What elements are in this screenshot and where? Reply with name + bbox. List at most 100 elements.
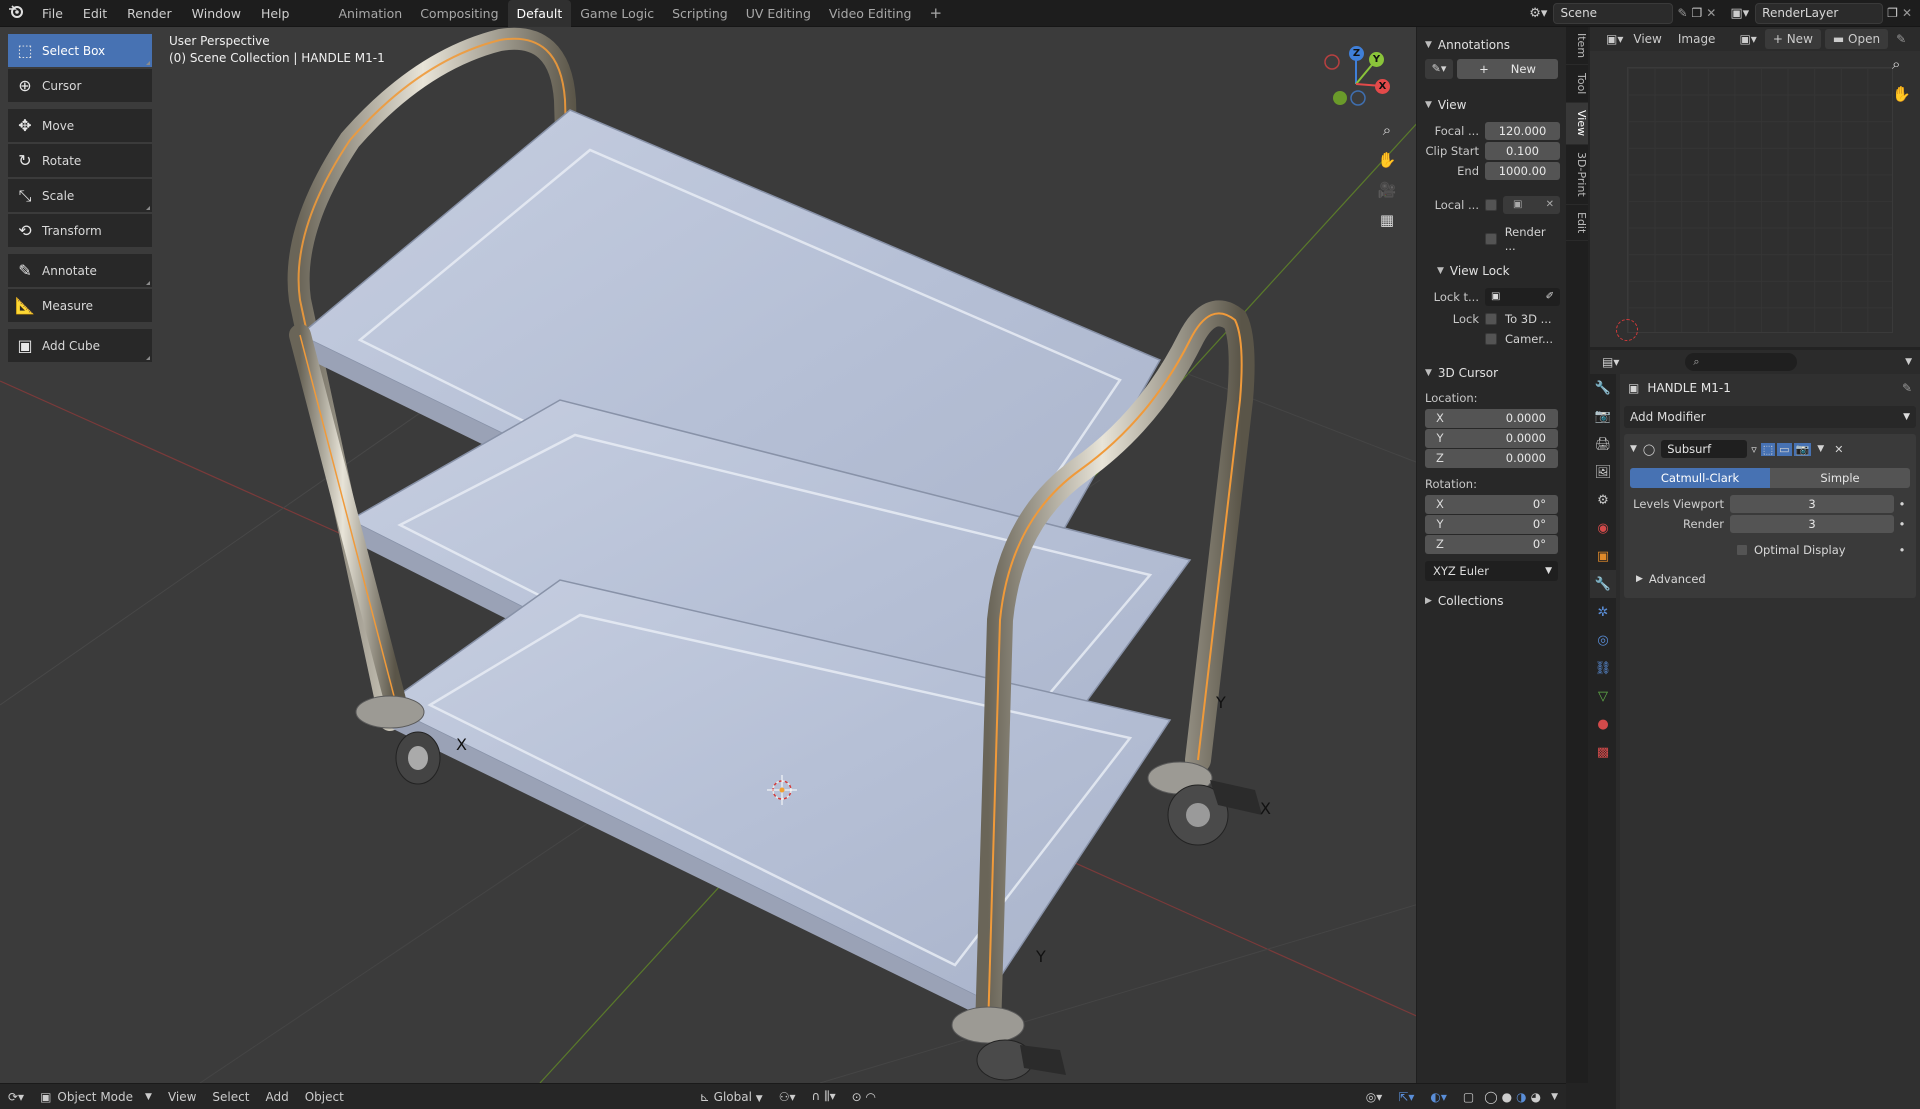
- scene-props-icon[interactable]: ⚙: [1590, 486, 1616, 514]
- edit-mode-icon[interactable]: ▿: [1751, 443, 1757, 456]
- image-browse-icon[interactable]: ▣▾: [1739, 32, 1756, 46]
- collections-header[interactable]: ▶ Collections: [1417, 589, 1566, 613]
- tool-move[interactable]: ✥ Move: [8, 109, 152, 142]
- object-props-icon[interactable]: ▣: [1590, 542, 1616, 570]
- render-levels-field[interactable]: 3: [1730, 515, 1894, 533]
- tab-tool[interactable]: Tool: [1566, 65, 1588, 103]
- cursor-rotation-z[interactable]: Z 0°: [1425, 535, 1558, 554]
- clip-start-field[interactable]: 0.100: [1485, 142, 1560, 160]
- cursor-rotation-x[interactable]: X 0°: [1425, 495, 1558, 514]
- tab-compositing[interactable]: Compositing: [411, 0, 507, 27]
- gizmo-x-axis[interactable]: X: [1375, 79, 1390, 94]
- modifier-props-icon[interactable]: 🔧: [1590, 570, 1616, 598]
- tab-default[interactable]: Default: [507, 0, 572, 27]
- scene-pin-icon[interactable]: ✎: [1677, 6, 1687, 20]
- menu-file[interactable]: File: [32, 0, 73, 27]
- render-layer-icon[interactable]: ▣▾: [1730, 6, 1749, 21]
- viewport-display-icon[interactable]: ▭: [1777, 442, 1792, 456]
- blender-logo-icon[interactable]: [0, 0, 32, 27]
- transform-orientation-dropdown[interactable]: ⊾ Global ▼: [692, 1090, 771, 1104]
- levels-viewport-field[interactable]: 3: [1730, 495, 1894, 513]
- tab-uv-editing[interactable]: UV Editing: [737, 0, 820, 27]
- data-props-icon[interactable]: ▽: [1590, 682, 1616, 710]
- lock-camera-checkbox[interactable]: [1485, 333, 1497, 345]
- tab-3d-print[interactable]: 3D-Print: [1566, 145, 1588, 205]
- lock-to-3d-cursor-checkbox[interactable]: [1485, 313, 1497, 325]
- mode-dropdown[interactable]: ▣ Object Mode ▼: [32, 1090, 160, 1104]
- snap-icon[interactable]: ∩ ⫼▾: [803, 1089, 843, 1104]
- tool-transform[interactable]: ⟲ Transform: [8, 214, 152, 247]
- render-layer-copy-icon[interactable]: ❐: [1887, 6, 1898, 20]
- editor-type-icon[interactable]: ▣▾: [1606, 32, 1623, 46]
- particles-props-icon[interactable]: ✲: [1590, 598, 1616, 626]
- close-icon[interactable]: ✕: [1834, 443, 1843, 456]
- search-input[interactable]: ⌕: [1685, 353, 1798, 371]
- view-header[interactable]: ▼ View: [1417, 93, 1566, 117]
- scene-close-icon[interactable]: ✕: [1706, 6, 1716, 20]
- menu-object[interactable]: Object: [297, 1090, 352, 1104]
- pan-view-icon[interactable]: ✋: [1376, 151, 1398, 173]
- render-region-checkbox[interactable]: [1484, 233, 1497, 245]
- 3d-cursor-header[interactable]: ▼ 3D Cursor: [1417, 361, 1566, 385]
- image-canvas[interactable]: [1627, 67, 1893, 333]
- menu-edit[interactable]: Edit: [73, 0, 117, 27]
- chevron-down-icon[interactable]: ▼: [1817, 444, 1824, 454]
- catmull-clark-button[interactable]: Catmull-Clark: [1630, 468, 1770, 488]
- tab-edit[interactable]: Edit: [1566, 205, 1588, 241]
- zoom-icon[interactable]: ⌕: [1892, 55, 1900, 73]
- physics-props-icon[interactable]: ◎: [1590, 626, 1616, 654]
- on-cage-icon[interactable]: ⬚: [1760, 442, 1776, 456]
- eyedropper-icon[interactable]: ✐: [1546, 288, 1554, 306]
- clear-icon[interactable]: ✕: [1546, 196, 1554, 214]
- pivot-point-icon[interactable]: ⚇▾: [771, 1090, 804, 1104]
- tab-scripting[interactable]: Scripting: [663, 0, 737, 27]
- modifier-name-field[interactable]: Subsurf: [1661, 440, 1748, 458]
- menu-add[interactable]: Add: [257, 1090, 296, 1104]
- tool-rotate[interactable]: ↻ Rotate: [8, 144, 152, 177]
- gizmo-y-axis[interactable]: Y: [1369, 52, 1384, 67]
- collapse-chevron-icon[interactable]: ▼: [1630, 444, 1637, 454]
- editor-type-icon[interactable]: ▤▾: [1602, 355, 1619, 369]
- new-image-button[interactable]: + New: [1764, 29, 1821, 49]
- tool-props-icon[interactable]: 🔧: [1590, 374, 1616, 402]
- material-props-icon[interactable]: ●: [1590, 710, 1616, 738]
- output-props-icon[interactable]: 🖨: [1590, 430, 1616, 458]
- local-camera-field[interactable]: ▣ ✕: [1503, 196, 1560, 214]
- view-layer-props-icon[interactable]: 🖼: [1590, 458, 1616, 486]
- visibility-icon[interactable]: ◎▾: [1358, 1090, 1391, 1104]
- tool-add-cube[interactable]: ▣ Add Cube: [8, 329, 152, 362]
- cursor-location-z[interactable]: Z 0.0000: [1425, 449, 1558, 468]
- navigation-gizmo[interactable]: Z Y X: [1318, 42, 1398, 122]
- zoom-view-icon[interactable]: ⌕: [1376, 121, 1398, 143]
- world-props-icon[interactable]: ◉: [1590, 514, 1616, 542]
- rotation-mode-dropdown[interactable]: XYZ Euler ▼: [1425, 561, 1558, 581]
- tab-video-editing[interactable]: Video Editing: [820, 0, 921, 27]
- cursor-location-x[interactable]: X 0.0000: [1425, 409, 1558, 428]
- tab-animation[interactable]: Animation: [329, 0, 411, 27]
- shading-solid-icon[interactable]: ●: [1500, 1090, 1514, 1104]
- menu-render[interactable]: Render: [117, 0, 182, 27]
- camera-view-icon[interactable]: 🎥: [1376, 181, 1398, 203]
- tool-select-box[interactable]: ⬚ Select Box: [8, 34, 152, 67]
- lock-to-object-field[interactable]: ▣ ✐: [1485, 288, 1560, 306]
- pan-icon[interactable]: ✋: [1892, 85, 1911, 103]
- keyframe-dot-icon[interactable]: •: [1894, 543, 1910, 557]
- optimal-display-checkbox[interactable]: [1736, 544, 1748, 556]
- render-layer-close-icon[interactable]: ✕: [1902, 6, 1912, 20]
- menu-view[interactable]: View: [160, 1090, 204, 1104]
- shading-material-icon[interactable]: ◑: [1514, 1090, 1528, 1104]
- focal-length-field[interactable]: 120.000: [1485, 122, 1560, 140]
- menu-help[interactable]: Help: [251, 0, 300, 27]
- shading-rendered-icon[interactable]: ◕: [1529, 1090, 1543, 1104]
- menu-image[interactable]: Image: [1678, 32, 1716, 46]
- tool-annotate[interactable]: ✎ Annotate: [8, 254, 152, 287]
- add-modifier-dropdown[interactable]: Add Modifier ▼: [1624, 406, 1916, 428]
- shading-wireframe-icon[interactable]: ◯: [1482, 1090, 1499, 1104]
- local-camera-checkbox[interactable]: [1485, 199, 1497, 211]
- menu-select[interactable]: Select: [204, 1090, 257, 1104]
- scene-field[interactable]: Scene: [1553, 2, 1674, 24]
- menu-window[interactable]: Window: [182, 0, 251, 27]
- render-props-icon[interactable]: 📷: [1590, 402, 1616, 430]
- annotation-tool-icon[interactable]: ✎▾: [1425, 59, 1453, 79]
- open-image-button[interactable]: ▬ Open: [1824, 29, 1889, 49]
